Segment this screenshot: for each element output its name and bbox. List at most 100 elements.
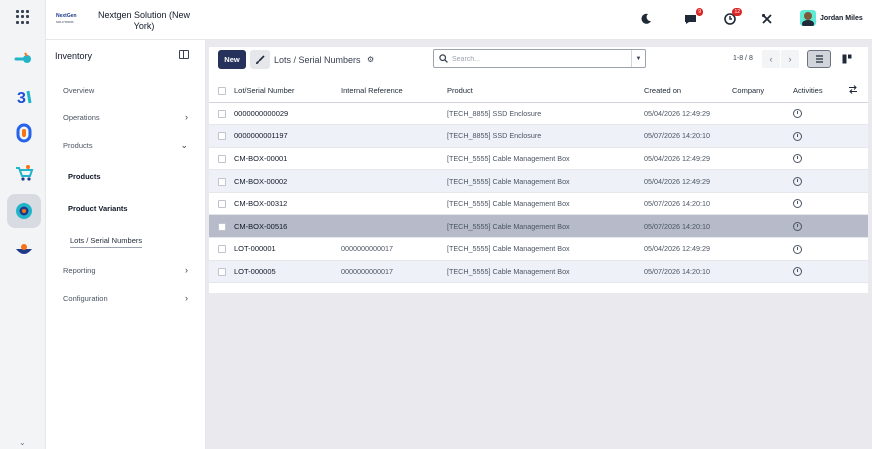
gear-icon[interactable]: ⚙ — [367, 55, 374, 64]
column-header-serial[interactable]: Lot/Serial Number — [234, 80, 341, 103]
cell-serial: LOT-000001 — [234, 237, 341, 261]
cell-empty — [848, 260, 868, 284]
pager-value[interactable]: 1-8 / 8 — [733, 55, 753, 62]
cell-empty — [848, 102, 868, 126]
table-row[interactable]: LOT-000001 0000000000017 [TECH_5555] Cable… — [209, 237, 868, 261]
cell-product: [TECH_5555] Cable Management Box — [447, 237, 644, 261]
search-dropdown-icon[interactable]: ▼ — [631, 50, 645, 67]
cell-activities — [793, 260, 848, 284]
select-all-checkbox[interactable] — [218, 87, 226, 96]
app-sales-icon[interactable] — [7, 156, 41, 190]
list-panel: New Lots / Serial Numbers ⚙ ▼ 1-8 / 8 ‹ … — [209, 47, 868, 293]
cell-empty — [848, 124, 868, 148]
chevron-down-icon[interactable]: ⌄ — [19, 438, 26, 447]
cell-internal-ref — [341, 192, 447, 216]
top-bar: 9 12 Jordan Miles — [206, 0, 872, 40]
cell-activities — [793, 102, 848, 126]
sidebar-title: Inventory — [55, 51, 93, 61]
row-checkbox[interactable] — [218, 109, 226, 118]
column-settings-icon[interactable] — [848, 80, 868, 103]
brush-icon[interactable] — [250, 50, 270, 69]
activity-clock-icon[interactable] — [793, 244, 802, 254]
activity-clock-icon[interactable] — [793, 267, 802, 277]
sidebar-item-products[interactable]: Products ⌄ — [63, 140, 188, 150]
cell-empty — [848, 214, 868, 239]
cell-empty — [848, 192, 868, 216]
cell-serial: 0000000000029 — [234, 102, 341, 126]
company-header[interactable]: NextGen SOLUTIONS Nextgen Solution (New Y… — [46, 0, 206, 40]
sidebar-item-reporting[interactable]: Reporting › — [63, 265, 188, 275]
app-purchase-icon[interactable] — [7, 232, 41, 266]
cell-company — [732, 237, 793, 261]
cell-internal-ref: 0000000000017 — [341, 237, 447, 261]
sidebar-item-overview[interactable]: Overview — [63, 86, 188, 95]
cell-internal-ref — [341, 169, 447, 193]
cell-internal-ref: 0000000000017 — [341, 260, 447, 284]
table-row[interactable]: CM-BOX-00001 [TECH_5555] Cable Management… — [209, 147, 868, 171]
table-row[interactable]: 0000000001197 [TECH_8855] SSD Enclosure 05… — [209, 124, 868, 148]
column-header-company[interactable]: Company — [732, 80, 793, 103]
search-box[interactable]: ▼ — [433, 49, 646, 68]
pager-next-button[interactable]: › — [781, 50, 799, 68]
activity-clock-icon[interactable] — [793, 131, 802, 141]
row-checkbox[interactable] — [218, 268, 226, 276]
chevron-right-icon: › — [185, 265, 188, 275]
row-checkbox[interactable] — [218, 132, 226, 141]
sidebar-toggle-icon[interactable] — [179, 50, 189, 59]
activity-clock-icon[interactable] — [793, 154, 802, 164]
pager-previous-button[interactable]: ‹ — [762, 50, 780, 68]
table-row[interactable]: 0000000000029 [TECH_8855] SSD Enclosure 05… — [209, 102, 868, 126]
kanban-view-button[interactable] — [835, 50, 859, 68]
cell-serial: CM-BOX-00001 — [234, 147, 341, 171]
row-checkbox[interactable] — [218, 155, 226, 164]
cell-serial: LOT-000005 — [234, 260, 341, 284]
activity-clock-icon[interactable] — [793, 109, 802, 119]
cell-created-on: 05/07/2026 14:20:10 — [644, 214, 732, 239]
cell-created-on: 05/04/2026 12:49:29 — [644, 237, 732, 261]
table-row[interactable]: CM-BOX-00516 [TECH_5555] Cable Management… — [209, 214, 868, 239]
app-rail: 3 ⌄ — [0, 0, 46, 449]
column-header-created-on[interactable]: Created on — [644, 80, 732, 103]
table-row[interactable]: CM-BOX-00002 [TECH_5555] Cable Management… — [209, 169, 868, 193]
table-row[interactable]: LOT-000005 0000000000017 [TECH_5555] Cable… — [209, 260, 868, 284]
sidebar-sub-lots-serial-numbers[interactable]: Lots / Serial Numbers — [70, 236, 143, 248]
sidebar-item-configuration[interactable]: Configuration › — [63, 293, 188, 303]
apps-grid-icon[interactable] — [16, 10, 30, 24]
list-view-button[interactable] — [807, 50, 831, 68]
chat-icon[interactable]: 9 — [684, 8, 703, 27]
tools-icon[interactable] — [761, 11, 773, 27]
search-input[interactable] — [452, 53, 622, 65]
row-checkbox[interactable] — [218, 245, 226, 254]
new-button[interactable]: New — [218, 50, 246, 69]
row-checkbox[interactable] — [218, 222, 226, 231]
cell-company — [732, 102, 793, 126]
app-3-icon[interactable]: 3 — [7, 80, 41, 114]
app-discuss-icon[interactable] — [7, 42, 41, 76]
cell-product: [TECH_8855] SSD Enclosure — [447, 102, 644, 126]
row-checkbox-cell — [209, 147, 234, 171]
row-checkbox[interactable] — [218, 177, 226, 186]
app-crm-icon[interactable] — [7, 116, 41, 150]
sidebar-item-label: Operations — [63, 113, 100, 122]
app-inventory-icon[interactable] — [7, 194, 41, 228]
activity-clock-icon[interactable] — [793, 199, 802, 209]
row-checkbox-cell — [209, 214, 234, 239]
cell-created-on: 05/04/2026 12:49:29 — [644, 169, 732, 193]
sidebar-item-operations[interactable]: Operations › — [63, 112, 188, 122]
column-header-product[interactable]: Product — [447, 80, 644, 103]
sidebar-item-label: Reporting — [63, 266, 96, 275]
column-header-activities[interactable]: Activities — [793, 80, 848, 103]
activity-clock-icon[interactable] — [793, 222, 802, 232]
search-icon — [439, 54, 448, 65]
sidebar-sub-product-variants[interactable]: Product Variants — [68, 204, 128, 213]
activity-clock-icon[interactable]: 12 — [724, 8, 742, 27]
row-checkbox[interactable] — [218, 200, 226, 209]
activity-clock-icon[interactable] — [793, 176, 802, 186]
table-row[interactable]: CM-BOX-00312 [TECH_5555] Cable Management… — [209, 192, 868, 216]
moon-icon[interactable] — [640, 11, 652, 27]
column-header-internal-ref[interactable]: Internal Reference — [341, 80, 447, 103]
sidebar-sub-products[interactable]: Products — [68, 172, 101, 181]
select-all-checkbox-cell[interactable] — [209, 80, 234, 103]
user-name: Jordan Miles — [820, 14, 863, 22]
user-menu[interactable]: Jordan Miles — [800, 10, 863, 26]
